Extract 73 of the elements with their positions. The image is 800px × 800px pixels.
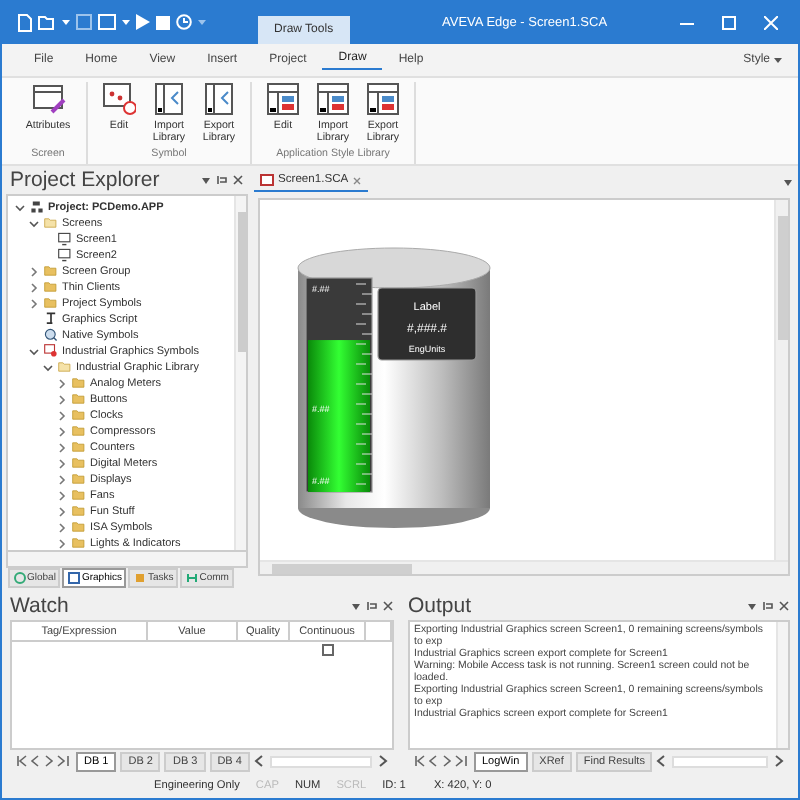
library-icon bbox=[152, 81, 186, 116]
chevron-icon[interactable] bbox=[56, 521, 68, 534]
symbols-icon bbox=[44, 344, 58, 359]
chevron-icon[interactable] bbox=[56, 473, 68, 486]
chevron-icon[interactable] bbox=[56, 393, 68, 406]
library-icon bbox=[202, 81, 236, 116]
chevron-icon[interactable] bbox=[56, 505, 68, 518]
chevron-icon[interactable] bbox=[56, 441, 68, 454]
scroll-right-icon[interactable] bbox=[376, 754, 388, 769]
edit-symbol-icon bbox=[102, 81, 136, 116]
chevron-icon[interactable] bbox=[28, 297, 40, 310]
close-icon[interactable] bbox=[232, 173, 244, 186]
chevron-icon[interactable] bbox=[56, 377, 68, 390]
stop-icon[interactable] bbox=[156, 15, 170, 30]
style-library-icon bbox=[366, 81, 400, 116]
chevron-icon[interactable] bbox=[56, 537, 68, 550]
chevron-icon[interactable] bbox=[28, 281, 40, 294]
navigation-arrows-icon[interactable] bbox=[414, 754, 470, 769]
pin-icon[interactable] bbox=[762, 599, 774, 612]
graphics-icon bbox=[67, 571, 80, 584]
scrollbar[interactable] bbox=[269, 755, 372, 768]
panel-title: Project Explorer bbox=[10, 167, 160, 192]
close-icon[interactable] bbox=[778, 599, 790, 612]
pin-icon[interactable] bbox=[216, 173, 228, 186]
project-icon bbox=[30, 200, 44, 215]
window-pencil-icon bbox=[31, 81, 65, 116]
caret-icon[interactable] bbox=[774, 55, 782, 64]
open-folder-icon[interactable] bbox=[38, 14, 56, 31]
script-icon bbox=[44, 312, 58, 327]
tasks-icon bbox=[133, 571, 146, 584]
scroll-right-icon[interactable] bbox=[772, 754, 784, 769]
style-library-icon bbox=[266, 81, 300, 116]
chevron-icon[interactable] bbox=[56, 489, 68, 502]
dropdown-icon[interactable] bbox=[782, 175, 794, 188]
clock-icon[interactable] bbox=[176, 14, 192, 31]
panel-title: Watch bbox=[10, 593, 69, 618]
dropdown-icon[interactable] bbox=[350, 599, 362, 612]
magnifier-icon bbox=[44, 328, 58, 343]
vertical-scrollbar[interactable] bbox=[776, 621, 788, 748]
close-icon[interactable] bbox=[352, 175, 363, 186]
scrollbar[interactable] bbox=[672, 755, 768, 768]
chevron-icon[interactable] bbox=[56, 457, 68, 470]
vertical-scrollbar[interactable] bbox=[774, 199, 788, 560]
vertical-scrollbar[interactable] bbox=[234, 195, 246, 550]
screen-icon bbox=[260, 174, 274, 187]
scroll-left-icon[interactable] bbox=[253, 754, 266, 769]
chevron-icon[interactable] bbox=[42, 361, 54, 374]
dropdown-icon[interactable] bbox=[200, 173, 212, 186]
navigation-arrows-icon[interactable] bbox=[16, 754, 72, 769]
globe-icon bbox=[13, 571, 25, 584]
pin-icon[interactable] bbox=[366, 599, 378, 612]
play-icon[interactable] bbox=[136, 14, 150, 31]
caret-icon[interactable] bbox=[122, 18, 130, 27]
checkbox[interactable] bbox=[322, 644, 334, 657]
chevron-icon[interactable] bbox=[28, 265, 40, 278]
close-icon[interactable] bbox=[382, 599, 394, 612]
folder-icon bbox=[44, 216, 58, 231]
caret-icon[interactable] bbox=[62, 18, 70, 27]
panel-title: Output bbox=[408, 593, 472, 618]
style-library-icon bbox=[316, 81, 350, 116]
display-panel bbox=[377, 287, 477, 361]
chevron-icon[interactable] bbox=[28, 217, 40, 230]
chevron-icon[interactable] bbox=[28, 345, 40, 358]
comm-icon bbox=[185, 571, 198, 584]
chevron-icon[interactable] bbox=[56, 425, 68, 438]
scroll-left-icon[interactable] bbox=[656, 754, 669, 769]
window-icon[interactable] bbox=[98, 14, 116, 31]
maximize-icon[interactable] bbox=[722, 15, 736, 30]
dropdown-icon[interactable] bbox=[746, 599, 758, 612]
chevron-icon[interactable] bbox=[56, 409, 68, 422]
chevron-icon[interactable] bbox=[14, 201, 26, 214]
new-file-icon[interactable] bbox=[18, 13, 32, 32]
horizontal-scrollbar[interactable] bbox=[260, 559, 788, 574]
